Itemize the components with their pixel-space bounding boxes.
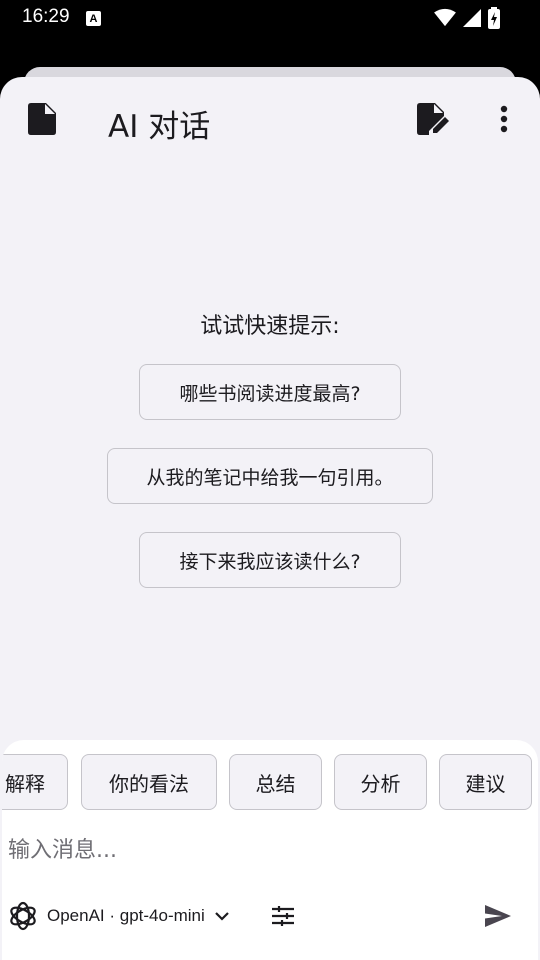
chip-suggest[interactable]: 建议 bbox=[439, 754, 532, 810]
tune-settings-icon[interactable] bbox=[268, 901, 298, 931]
document-icon[interactable] bbox=[22, 99, 62, 139]
notification-badge-icon: A bbox=[86, 11, 101, 26]
status-bar: 16:29 A bbox=[0, 0, 540, 36]
send-icon[interactable] bbox=[480, 898, 516, 934]
prompt-button[interactable]: 接下来我应该读什么? bbox=[139, 532, 401, 588]
page-title: AI 对话 bbox=[108, 109, 211, 145]
chip-explain[interactable]: 解释 bbox=[2, 754, 68, 810]
prompt-button[interactable]: 从我的笔记中给我一句引用。 bbox=[107, 448, 433, 504]
message-composer: 解释 你的看法 总结 分析 建议 OpenAI · gpt-4o-mini bbox=[2, 740, 538, 960]
chip-analyze[interactable]: 分析 bbox=[334, 754, 427, 810]
quick-chip-row[interactable]: 解释 你的看法 总结 分析 建议 bbox=[2, 754, 538, 812]
edit-note-icon[interactable] bbox=[414, 99, 454, 139]
prompt-heading: 试试快速提示: bbox=[200, 314, 340, 339]
status-time: 16:29 bbox=[22, 6, 70, 27]
chip-opinion[interactable]: 你的看法 bbox=[81, 754, 217, 810]
more-vert-icon[interactable] bbox=[484, 99, 524, 139]
chevron-down-icon bbox=[213, 907, 231, 925]
top-app-bar: AI 对话 bbox=[0, 77, 540, 165]
message-input[interactable] bbox=[8, 830, 528, 870]
battery-charging-icon bbox=[488, 7, 500, 33]
chip-summary[interactable]: 总结 bbox=[229, 754, 322, 810]
model-selector[interactable]: OpenAI · gpt-4o-mini bbox=[6, 898, 306, 934]
status-icons bbox=[434, 7, 500, 33]
signal-icon bbox=[462, 8, 482, 32]
prompt-button[interactable]: 哪些书阅读进度最高? bbox=[139, 364, 401, 420]
model-label: OpenAI · gpt-4o-mini bbox=[47, 906, 205, 925]
openai-logo-icon bbox=[6, 899, 40, 933]
chat-sheet: AI 对话 试试快速提示: 哪些书阅读进度最高? 从我的笔记中给我一句引用。 接… bbox=[0, 77, 540, 960]
wifi-icon bbox=[434, 8, 456, 32]
